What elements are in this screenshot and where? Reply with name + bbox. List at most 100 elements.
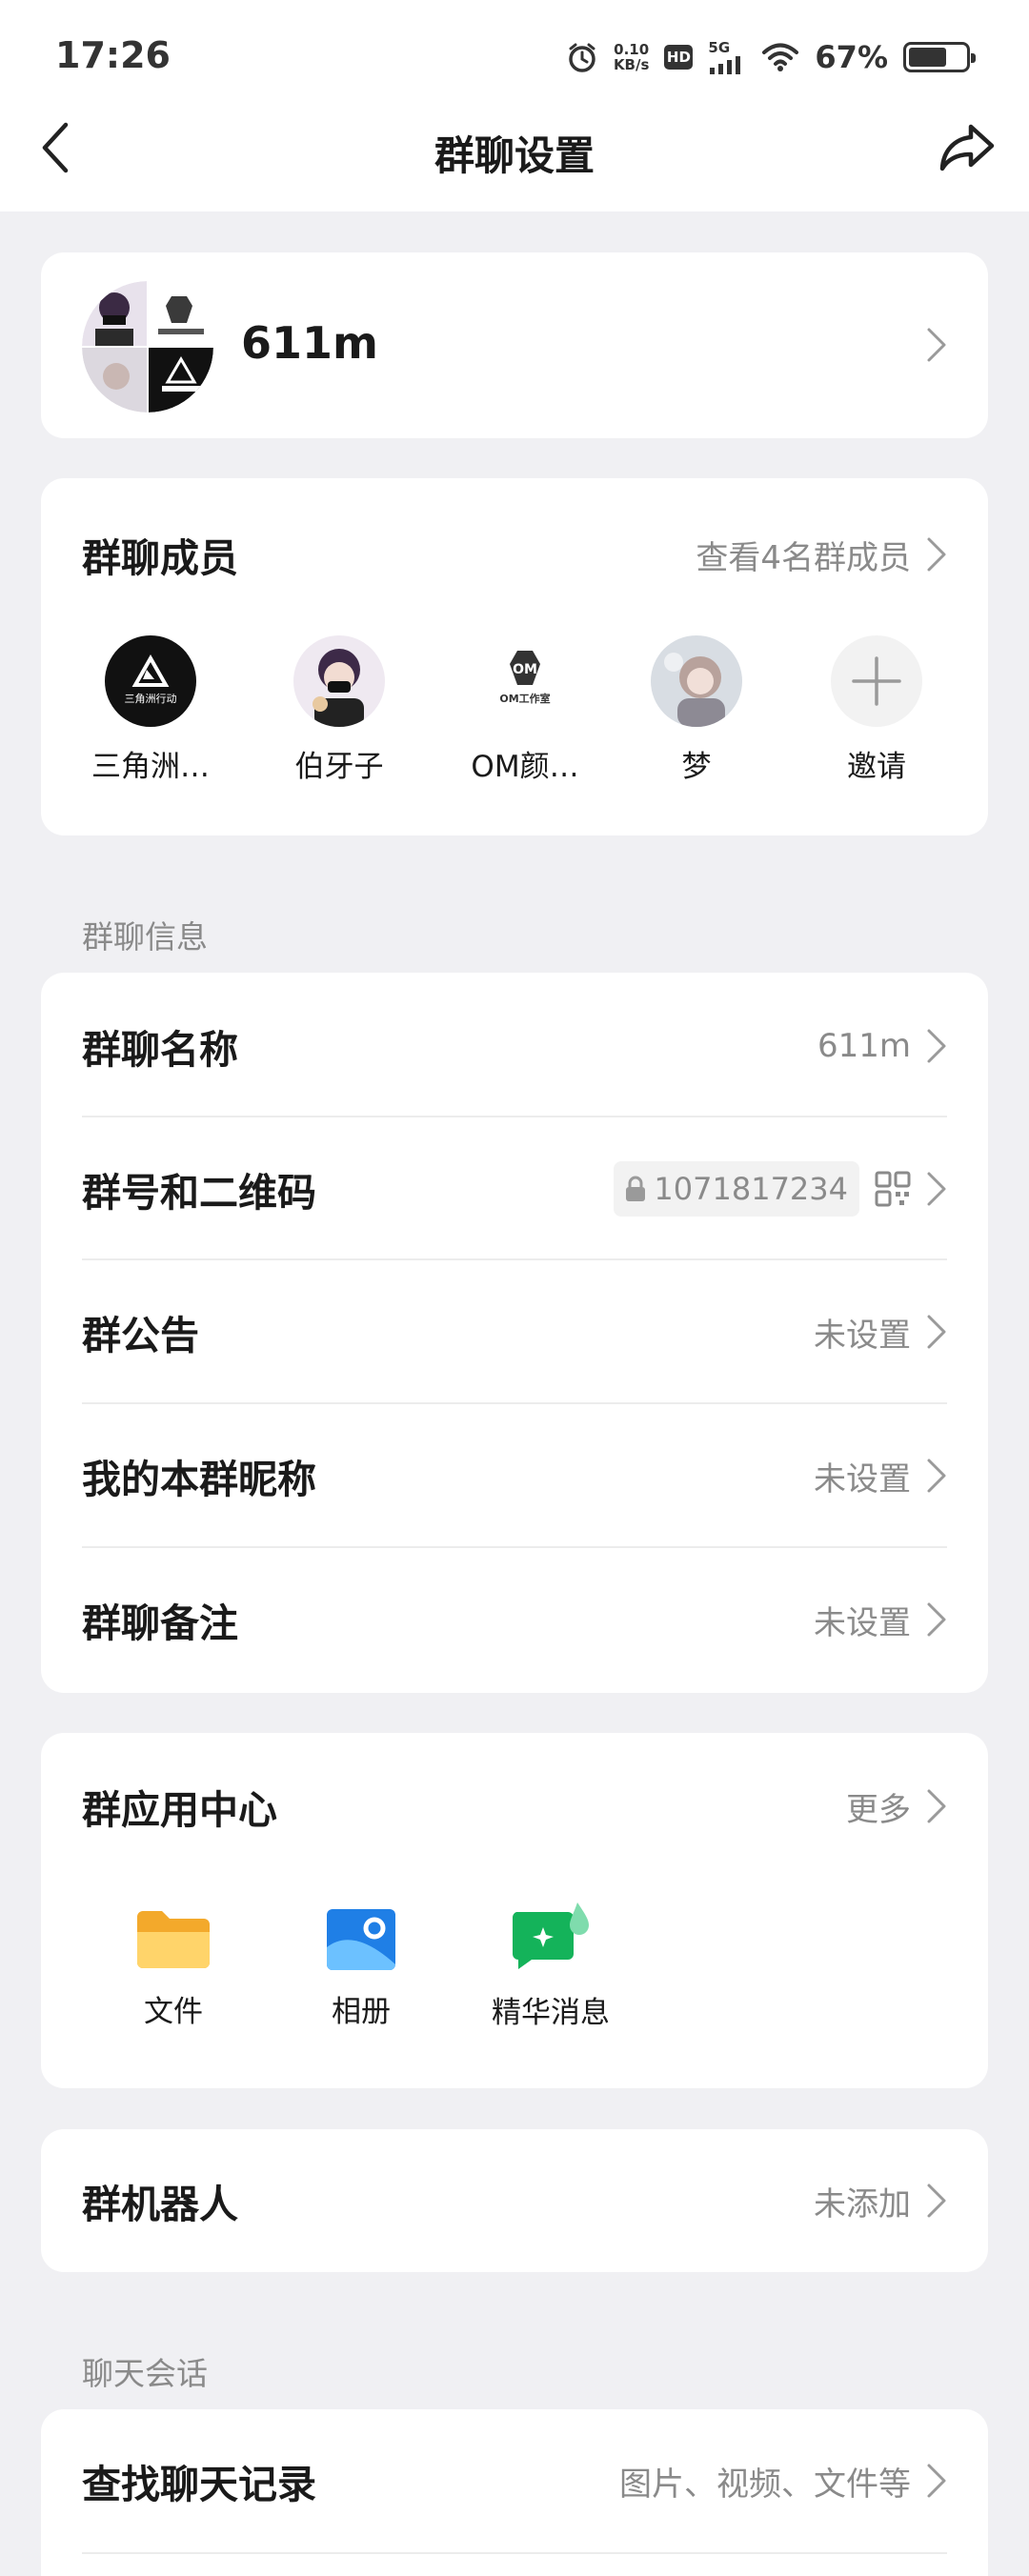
hd-badge: HD xyxy=(664,45,694,70)
member-avatar: 三角洲行动 xyxy=(105,635,196,727)
row-value: 未设置 xyxy=(814,1603,911,1642)
member-avatar-text: OM工作室 xyxy=(499,692,550,705)
row-label: 群聊名称 xyxy=(82,1027,238,1073)
app-name: 相册 xyxy=(332,1995,391,2029)
invite-label: 邀请 xyxy=(847,750,906,784)
chevron-right-icon xyxy=(927,1789,946,1823)
row-value: 未设置 xyxy=(814,1316,911,1355)
view-all-members: 查看4名群成员 xyxy=(696,538,911,577)
battery-icon xyxy=(903,42,976,72)
folder-icon xyxy=(137,1911,210,1968)
group-remark-row[interactable]: 群聊备注 未设置 xyxy=(82,1586,947,1653)
group-id-qrcode-row[interactable]: 群号和二维码 1071817234 xyxy=(82,1156,947,1222)
network-speed-unit: KB/s xyxy=(613,56,650,73)
group-robot-card[interactable]: 群机器人 未添加 xyxy=(41,2129,988,2272)
section-label-chat: 聊天会话 xyxy=(82,2355,208,2392)
app-name: 文件 xyxy=(144,1995,203,2029)
member-avatar-text: 三角洲行动 xyxy=(125,693,177,705)
member-item[interactable]: 三角洲行动 三角洲… xyxy=(74,635,227,785)
announcement-row[interactable]: 群公告 未设置 xyxy=(82,1298,947,1365)
divider xyxy=(82,1258,947,1260)
invite-member-button[interactable]: 邀请 xyxy=(800,635,953,785)
alarm-icon xyxy=(569,43,595,72)
app-name: 精华消息 xyxy=(492,1996,610,2030)
member-avatar xyxy=(651,635,742,727)
cell-signal: 5G xyxy=(708,38,746,74)
chat-session-card: 查找聊天记录 图片、视频、文件等 xyxy=(41,2409,988,2576)
chevron-right-icon xyxy=(927,2184,946,2218)
row-label: 群号和二维码 xyxy=(82,1170,316,1216)
chevron-right-icon xyxy=(927,1602,946,1637)
nav-bar: 群聊设置 xyxy=(0,95,1029,211)
chevron-right-icon xyxy=(927,1029,946,1063)
row-label: 群公告 xyxy=(82,1313,199,1358)
group-profile-card[interactable]: 611m xyxy=(41,252,988,438)
divider xyxy=(82,2552,947,2554)
chevron-right-icon xyxy=(927,2464,946,2498)
my-nickname-row[interactable]: 我的本群昵称 未设置 xyxy=(82,1442,947,1509)
member-item[interactable]: 伯牙子 xyxy=(263,635,415,785)
row-value: 611m xyxy=(817,1027,911,1065)
row-label: 群机器人 xyxy=(82,2182,238,2227)
chevron-right-icon xyxy=(927,1172,946,1206)
divider xyxy=(82,1402,947,1404)
status-icons: 0.10 KB/s HD 5G 67% xyxy=(566,36,976,78)
chevron-right-icon xyxy=(927,537,946,572)
status-time: 17:26 xyxy=(55,34,171,76)
lock-icon xyxy=(626,1176,646,1201)
qrcode-icon xyxy=(875,1171,911,1207)
member-name: 三角洲… xyxy=(91,750,210,784)
row-label: 群聊备注 xyxy=(82,1600,238,1646)
network-type: 5G xyxy=(708,38,731,56)
app-highlight-messages[interactable]: 精华消息 xyxy=(474,1901,627,2031)
member-name: 伯牙子 xyxy=(294,750,384,784)
group-id-chip: 1071817234 xyxy=(614,1161,859,1217)
network-speed-value: 0.10 xyxy=(614,41,650,58)
row-value: 未添加 xyxy=(814,2184,911,2224)
share-button[interactable] xyxy=(934,116,1000,179)
battery-percent: 67% xyxy=(815,39,888,75)
page-title: 群聊设置 xyxy=(434,132,595,179)
svg-text:OM: OM xyxy=(513,662,537,677)
row-label: 查找聊天记录 xyxy=(82,2462,316,2507)
highlight-message-icon xyxy=(512,1902,589,1969)
row-label: 我的本群昵称 xyxy=(82,1457,316,1502)
member-item[interactable]: OM OM工作室 OM颜… xyxy=(449,635,601,785)
chevron-right-icon xyxy=(927,1315,946,1349)
share-icon xyxy=(939,124,995,171)
member-avatar xyxy=(293,635,385,727)
group-info-card: 群聊名称 611m 群号和二维码 1071817234 群公告 未设置 我的本群… xyxy=(41,973,988,1693)
members-title: 群聊成员 xyxy=(82,535,238,581)
search-chat-history-row[interactable]: 查找聊天记录 图片、视频、文件等 xyxy=(82,2447,947,2514)
divider xyxy=(82,1546,947,1548)
group-name-row[interactable]: 群聊名称 611m xyxy=(82,1013,947,1079)
group-robot-row[interactable]: 群机器人 未添加 xyxy=(82,2167,947,2234)
group-id: 1071817234 xyxy=(654,1171,848,1207)
group-avatar xyxy=(82,281,213,413)
app-files[interactable]: 文件 xyxy=(97,1909,250,2030)
members-card: 群聊成员 查看4名群成员 三角洲行动 三角洲… 伯牙子 OM OM工作室 OM颜… xyxy=(41,478,988,835)
group-name: 611m xyxy=(241,317,378,369)
row-value: 图片、视频、文件等 xyxy=(619,2465,911,2504)
network-speed: 0.10 KB/s xyxy=(614,42,649,72)
album-icon xyxy=(327,1909,395,1970)
app-album[interactable]: 相册 xyxy=(285,1909,437,2030)
status-bar: 17:26 0.10 KB/s HD 5G 67% xyxy=(0,0,1029,110)
section-label-info: 群聊信息 xyxy=(82,918,208,956)
app-center-card: 群应用中心 更多 文件 相册 精华消息 xyxy=(41,1733,988,2088)
member-name: OM颜… xyxy=(471,750,579,784)
more-link: 更多 xyxy=(846,1790,911,1829)
add-icon xyxy=(831,635,922,727)
member-avatar: OM OM工作室 xyxy=(479,635,571,727)
member-item[interactable]: 梦 xyxy=(620,635,773,785)
app-center-header[interactable]: 群应用中心 更多 xyxy=(82,1773,947,1840)
row-value: 未设置 xyxy=(814,1459,911,1499)
signal-icon xyxy=(710,55,741,74)
member-name: 梦 xyxy=(681,750,712,784)
divider xyxy=(82,1116,947,1117)
wifi-icon xyxy=(762,43,799,71)
battery-level xyxy=(909,48,946,67)
chevron-right-icon xyxy=(927,328,946,362)
chevron-right-icon xyxy=(927,1459,946,1493)
members-header[interactable]: 群聊成员 查看4名群成员 xyxy=(82,526,947,583)
